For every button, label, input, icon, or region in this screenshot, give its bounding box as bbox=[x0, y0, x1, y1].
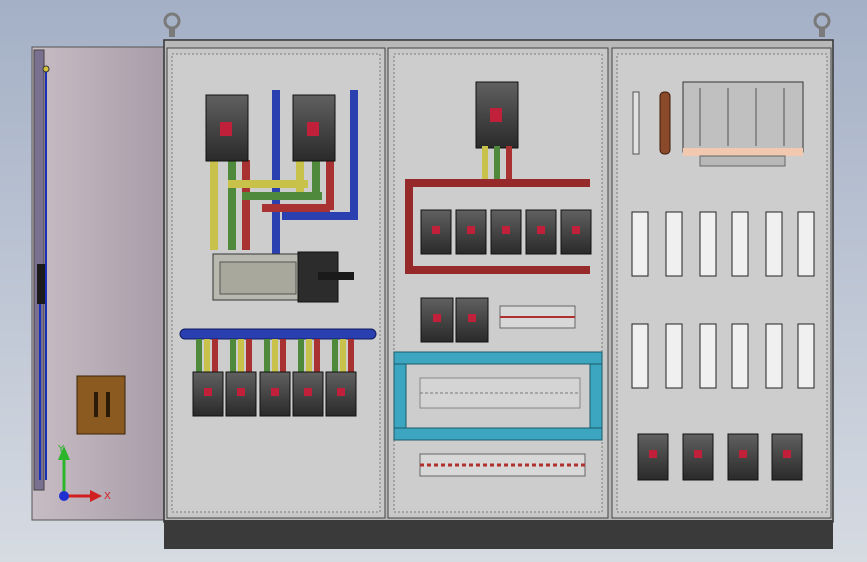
breaker-row-middle bbox=[420, 209, 592, 255]
neutral-bar bbox=[179, 328, 377, 340]
cabinet-plinth bbox=[164, 520, 833, 549]
axis-y-label: Y bbox=[57, 444, 65, 455]
door-handle-icon[interactable] bbox=[37, 264, 45, 304]
main-breaker-1 bbox=[205, 94, 249, 162]
electrical-cabinet-cad-view: Y X bbox=[0, 0, 867, 562]
breaker-row-left-bottom bbox=[192, 371, 357, 417]
open-door[interactable] bbox=[31, 46, 167, 521]
axis-x-label: X bbox=[104, 491, 111, 502]
terminal-strip-bottom bbox=[419, 453, 586, 477]
main-breaker-3 bbox=[475, 81, 519, 180]
terminal-block-small bbox=[499, 305, 576, 329]
main-breaker-2 bbox=[292, 94, 336, 162]
document-pocket bbox=[76, 375, 126, 435]
transfer-switch bbox=[212, 251, 354, 303]
switch-module bbox=[682, 81, 804, 167]
